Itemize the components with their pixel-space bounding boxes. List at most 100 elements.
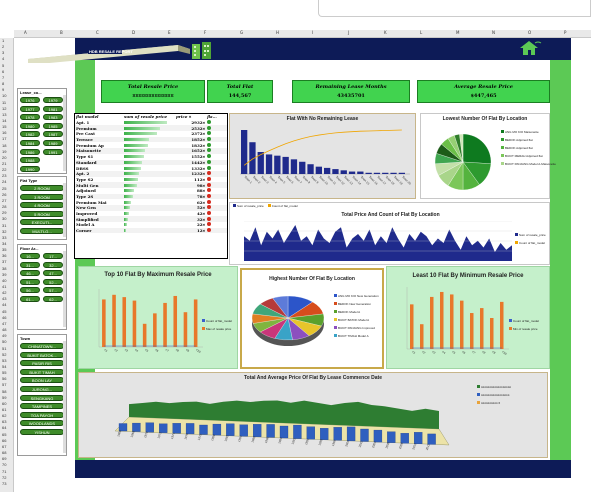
row-header[interactable]: 68 <box>2 450 6 455</box>
row-header[interactable]: 15 <box>2 124 6 129</box>
slicer-item[interactable]: 46... <box>20 270 40 277</box>
column-header-B[interactable]: B <box>60 30 63 35</box>
slicer-item[interactable]: 52... <box>43 278 63 285</box>
column-header-H[interactable]: H <box>276 30 279 35</box>
row-header[interactable]: 33 <box>2 235 6 240</box>
row-header[interactable]: 1 <box>2 38 4 43</box>
slicer-item[interactable]: BUKIT BATOK... <box>20 351 64 358</box>
row-header[interactable]: 57 <box>2 382 6 387</box>
chart-top10-max-price[interactable]: Top 10 Flat By Maximum Resale Price c1 c2… <box>78 266 238 369</box>
row-header[interactable]: 2 <box>2 44 4 49</box>
row-header[interactable]: 6 <box>2 69 4 74</box>
row-header[interactable]: 17 <box>2 136 6 141</box>
column-header-L[interactable]: L <box>420 30 422 35</box>
slicer-item[interactable]: MULTI-G... <box>20 228 64 234</box>
row-header[interactable]: 23 <box>2 173 6 178</box>
row-header[interactable]: 13 <box>2 112 6 117</box>
chart-total-count-by-location[interactable]: Sum of resale_price Count of flat_model T… <box>229 202 550 265</box>
row-header[interactable]: 61 <box>2 407 6 412</box>
slicer-item[interactable]: 31... <box>20 261 40 268</box>
row-header[interactable]: 54 <box>2 364 6 369</box>
row-header[interactable]: 26 <box>2 192 6 197</box>
row-header[interactable]: 44 <box>2 302 6 307</box>
row-header[interactable]: 37 <box>2 259 6 264</box>
row-header[interactable]: 72 <box>2 475 6 480</box>
row-header[interactable]: 5 <box>2 63 4 68</box>
row-header[interactable]: 56 <box>2 376 6 381</box>
row-header[interactable]: 58 <box>2 389 6 394</box>
row-header[interactable]: 30 <box>2 216 6 221</box>
row-header[interactable]: 55 <box>2 370 6 375</box>
row-header[interactable]: 18 <box>2 143 6 148</box>
row-header[interactable]: 31 <box>2 223 6 228</box>
row-header[interactable]: 60 <box>2 401 6 406</box>
slicer-item[interactable]: TOA PAYOH <box>20 411 64 418</box>
column-header-C[interactable]: C <box>96 30 99 35</box>
slicer-item[interactable]: CHINATOWN... <box>20 343 64 349</box>
row-header[interactable]: 3 <box>2 50 4 55</box>
slicer-item[interactable]: 1980 <box>20 122 40 129</box>
slicer-item[interactable]: 2 ROOM <box>20 185 64 191</box>
slicer-lease-commence[interactable]: Lease_co... 1976 1977 1978 1980 1982 1984 1986… <box>17 88 67 174</box>
slicer-item[interactable]: 32... <box>43 261 63 268</box>
slicer-item[interactable]: 16... <box>20 253 40 259</box>
row-header[interactable]: 73 <box>2 481 6 486</box>
row-header[interactable]: 16 <box>2 130 6 135</box>
row-header[interactable]: 9 <box>2 87 4 92</box>
row-header[interactable]: 14 <box>2 118 6 123</box>
row-header[interactable]: 22 <box>2 167 6 172</box>
slicer-item[interactable]: 47... <box>43 270 63 277</box>
slicer-item[interactable]: 1989 <box>43 140 63 146</box>
row-header[interactable]: 43 <box>2 296 6 301</box>
chart-lowest-by-location[interactable]: Lowest Number Of Flat By Location ANG MO… <box>420 113 556 199</box>
row-header[interactable]: 65 <box>2 432 6 437</box>
slicer-item[interactable]: 1982 <box>20 131 40 138</box>
row-header[interactable]: 21 <box>2 161 6 166</box>
column-header-G[interactable]: G <box>240 30 243 35</box>
slicer-item[interactable]: 62... <box>43 296 63 302</box>
chart-least10-min-price[interactable]: Least 10 Flat By Minimum Resale Price c1… <box>386 266 550 369</box>
row-header[interactable]: 69 <box>2 456 6 461</box>
row-header[interactable]: 8 <box>2 81 4 86</box>
row-header[interactable]: 7 <box>2 75 4 80</box>
slicer-item[interactable]: 1986 <box>20 148 40 155</box>
row-header[interactable]: 35 <box>2 247 6 252</box>
chart-no-remaining-lease[interactable]: Flat With No Remaining Lease Town 1 Town … <box>229 113 416 199</box>
row-header[interactable]: 50 <box>2 339 6 344</box>
table-row[interactable]: Corner 12¤ <box>75 227 227 234</box>
column-header-F[interactable]: F <box>204 30 206 35</box>
row-header[interactable]: 20 <box>2 155 6 160</box>
slicer-item[interactable]: 1979 <box>43 97 63 103</box>
slicer-scrollbar[interactable] <box>63 251 66 327</box>
slicer-item[interactable]: EXECUTI... <box>20 219 64 226</box>
row-header[interactable]: 36 <box>2 253 6 258</box>
slicer-item[interactable]: 1990 <box>20 165 40 172</box>
slicer-item[interactable]: 1988 <box>20 157 40 164</box>
slicer-item[interactable]: 1977 <box>20 105 40 112</box>
row-header[interactable]: 24 <box>2 179 6 184</box>
row-header[interactable]: 42 <box>2 290 6 295</box>
slicer-scrollbar[interactable] <box>63 183 66 237</box>
slicer-item[interactable]: 1991 <box>43 148 63 155</box>
slicer-item[interactable]: WOODLANDS <box>20 420 64 427</box>
row-header[interactable]: 29 <box>2 210 6 215</box>
row-header[interactable]: 32 <box>2 229 6 234</box>
row-header[interactable]: 70 <box>2 462 6 467</box>
slicer-item[interactable]: PASIR RIS <box>20 360 64 367</box>
row-header[interactable]: 46 <box>2 315 6 320</box>
column-header-O[interactable]: O <box>528 30 531 35</box>
chart-highest-by-location[interactable]: Highest Number Of Flat By Location ANG M… <box>240 268 384 369</box>
slicer-item[interactable]: 1984 <box>20 140 40 146</box>
row-header[interactable]: 63 <box>2 419 6 424</box>
slicer-item[interactable]: JURONG... <box>20 386 64 392</box>
slicer-item[interactable]: BOON LAY <box>20 377 64 384</box>
row-header[interactable]: 19 <box>2 149 6 154</box>
slicer-flat-type[interactable]: Flat Type 2 ROOM 3 ROOM 4 ROOM 5 ROOM EXECUT… <box>17 176 67 240</box>
slicer-item[interactable]: 1981 <box>43 105 63 112</box>
row-header[interactable]: 4 <box>2 56 4 61</box>
row-header[interactable]: 62 <box>2 413 6 418</box>
slicer-item[interactable]: 1983 <box>43 114 63 121</box>
row-header[interactable]: 28 <box>2 204 6 209</box>
slicer-item[interactable]: 17... <box>43 253 63 259</box>
row-header[interactable]: 38 <box>2 266 6 271</box>
